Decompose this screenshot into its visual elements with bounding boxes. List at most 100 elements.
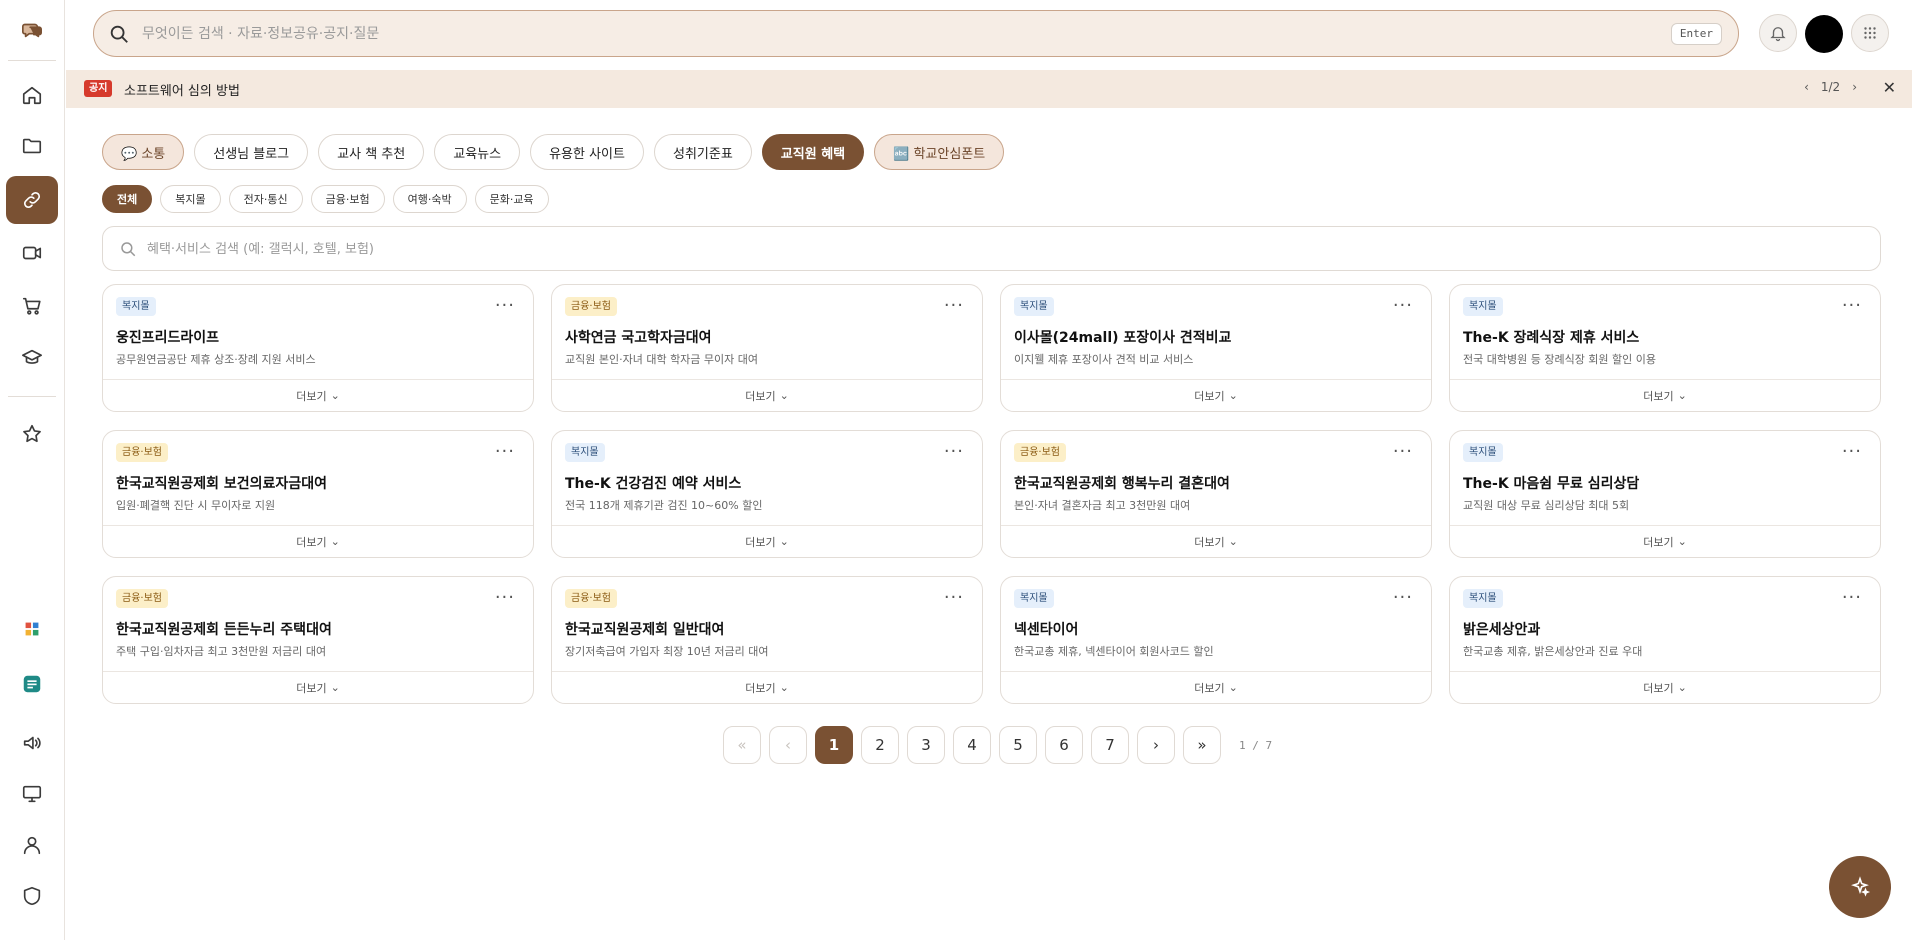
notice-prev-icon[interactable]: ‹ <box>1804 80 1809 94</box>
shield-icon[interactable] <box>6 872 58 920</box>
tab-staff-benefits[interactable]: 교직원 혜택 <box>761 134 865 170</box>
card-more-button[interactable]: 더보기 ⌄ <box>1001 671 1431 703</box>
more-options-icon[interactable]: ··· <box>944 441 964 462</box>
page-button-4[interactable]: 4 <box>953 726 991 764</box>
page-button-7[interactable]: 7 <box>1091 726 1129 764</box>
category-tabs: 💬 소통 선생님 블로그 교사 책 추천 교육뉴스 유용한 사이트 성취기준표 … <box>102 134 1005 170</box>
prev-page-button[interactable]: ‹ <box>769 726 807 764</box>
last-page-button[interactable]: » <box>1183 726 1221 764</box>
card-more-button[interactable]: 더보기 ⌄ <box>103 525 533 557</box>
close-icon[interactable]: ✕ <box>1883 78 1896 97</box>
notes-app-icon[interactable] <box>6 660 58 708</box>
benefit-card[interactable]: 복지몰 ··· The-K 건강검진 예약 서비스 전국 118개 제휴기관 검… <box>551 430 983 558</box>
monitor-icon[interactable] <box>6 770 58 818</box>
card-more-button[interactable]: 더보기 ⌄ <box>1001 379 1431 411</box>
apps-menu-button[interactable] <box>1851 14 1889 52</box>
category-badge: 복지몰 <box>1014 297 1054 316</box>
filter-finance[interactable]: 금융·보험 <box>310 185 385 213</box>
chevron-down-icon: ⌄ <box>1228 389 1238 402</box>
cart-icon[interactable] <box>6 282 58 330</box>
benefit-card[interactable]: 금융·보험 ··· 한국교직원공제회 든든누리 주택대여 주택 구입·임차자금 … <box>102 576 534 704</box>
benefit-search-input[interactable] <box>147 238 1847 260</box>
more-options-icon[interactable]: ··· <box>1842 587 1862 608</box>
page-button-1[interactable]: 1 <box>815 726 853 764</box>
filter-welfare-mall[interactable]: 복지몰 <box>160 185 221 213</box>
benefit-card[interactable]: 복지몰 ··· The-K 장례식장 제휴 서비스 전국 대학병원 등 장례식장… <box>1449 284 1881 412</box>
card-title: 밝은세상안과 <box>1463 622 1541 638</box>
more-options-icon[interactable]: ··· <box>1393 587 1413 608</box>
benefit-card[interactable]: 복지몰 ··· 넥센타이어 한국교총 제휴, 넥센타이어 회원사코드 할인 더보… <box>1000 576 1432 704</box>
filter-electronics[interactable]: 전자·통신 <box>228 185 303 213</box>
card-more-button[interactable]: 더보기 ⌄ <box>1450 525 1880 557</box>
first-page-button[interactable]: « <box>723 726 761 764</box>
chevron-down-icon: ⌄ <box>779 681 789 694</box>
card-more-button[interactable]: 더보기 ⌄ <box>552 379 982 411</box>
more-label: 더보기 <box>296 681 327 695</box>
folder-icon[interactable] <box>6 122 58 170</box>
link-icon[interactable] <box>6 176 58 224</box>
filter-travel[interactable]: 여행·숙박 <box>392 185 467 213</box>
notification-button[interactable] <box>1759 14 1797 52</box>
more-options-icon[interactable]: ··· <box>495 441 515 462</box>
benefit-card[interactable]: 금융·보험 ··· 한국교직원공제회 보건의료자금대여 입원·폐결핵 진단 시 … <box>102 430 534 558</box>
card-more-button[interactable]: 더보기 ⌄ <box>1450 671 1880 703</box>
global-search-input[interactable] <box>142 21 1642 47</box>
chevron-down-icon: ⌄ <box>779 535 789 548</box>
category-badge: 복지몰 <box>1463 589 1503 608</box>
page-button-3[interactable]: 3 <box>907 726 945 764</box>
benefit-card[interactable]: 복지몰 ··· The-K 마음쉼 무료 심리상담 교직원 대상 무료 심리상담… <box>1449 430 1881 558</box>
next-page-button[interactable]: › <box>1137 726 1175 764</box>
card-more-button[interactable]: 더보기 ⌄ <box>103 379 533 411</box>
tab-communication[interactable]: 💬 소통 <box>102 134 185 170</box>
ai-assistant-button[interactable] <box>1829 856 1891 918</box>
tab-school-safe-font[interactable]: 🔤 학교안심폰트 <box>874 134 1005 170</box>
tab-achievement-standards[interactable]: 성취기준표 <box>653 134 752 170</box>
card-more-button[interactable]: 더보기 ⌄ <box>552 671 982 703</box>
logo-chat-icon[interactable] <box>6 6 58 54</box>
notice-next-icon[interactable]: › <box>1852 80 1857 94</box>
star-icon[interactable] <box>6 410 58 458</box>
more-options-icon[interactable]: ··· <box>495 587 515 608</box>
page-button-2[interactable]: 2 <box>861 726 899 764</box>
home-icon[interactable] <box>6 71 58 119</box>
video-icon[interactable] <box>6 229 58 277</box>
benefit-card[interactable]: 복지몰 ··· 밝은세상안과 한국교총 제휴, 밝은세상안과 진료 우대 더보기… <box>1449 576 1881 704</box>
avatar[interactable] <box>1805 15 1843 53</box>
benefit-card-grid: 복지몰 ··· 웅진프리드라이프 공무원연금공단 제휴 상조·장례 지원 서비스… <box>102 284 1881 704</box>
card-more-button[interactable]: 더보기 ⌄ <box>103 671 533 703</box>
more-options-icon[interactable]: ··· <box>1393 441 1413 462</box>
card-more-button[interactable]: 더보기 ⌄ <box>552 525 982 557</box>
category-badge: 복지몰 <box>565 443 605 462</box>
card-title: The-K 건강검진 예약 서비스 <box>565 476 742 492</box>
more-options-icon[interactable]: ··· <box>495 295 515 316</box>
tab-edu-news[interactable]: 교육뉴스 <box>434 134 521 170</box>
filter-all[interactable]: 전체 <box>102 185 153 213</box>
filter-culture[interactable]: 문화·교육 <box>474 185 549 213</box>
benefit-card[interactable]: 복지몰 ··· 웅진프리드라이프 공무원연금공단 제휴 상조·장례 지원 서비스… <box>102 284 534 412</box>
more-options-icon[interactable]: ··· <box>1393 295 1413 316</box>
notice-text[interactable]: 소프트웨어 심의 방법 <box>124 80 240 99</box>
page-button-6[interactable]: 6 <box>1045 726 1083 764</box>
notice-badge: 공지 <box>84 80 113 97</box>
benefit-card[interactable]: 금융·보험 ··· 한국교직원공제회 일반대여 장기저축급여 가입자 최장 10… <box>551 576 983 704</box>
app-grid-color-icon[interactable] <box>6 605 58 653</box>
user-icon[interactable] <box>6 821 58 869</box>
card-more-button[interactable]: 더보기 ⌄ <box>1450 379 1880 411</box>
enter-key-hint[interactable]: Enter <box>1670 23 1722 45</box>
speaker-icon[interactable] <box>6 719 58 767</box>
more-options-icon[interactable]: ··· <box>944 295 964 316</box>
graduation-cap-icon[interactable] <box>6 334 58 382</box>
page-button-5[interactable]: 5 <box>999 726 1037 764</box>
category-badge: 금융·보험 <box>116 589 168 608</box>
tab-teacher-blog[interactable]: 선생님 블로그 <box>194 134 309 170</box>
more-options-icon[interactable]: ··· <box>944 587 964 608</box>
benefit-card[interactable]: 복지몰 ··· 이사몰(24mall) 포장이사 견적비교 이지웰 제휴 포장이… <box>1000 284 1432 412</box>
benefit-card[interactable]: 금융·보험 ··· 사학연금 국고학자금대여 교직원 본인·자녀 대학 학자금 … <box>551 284 983 412</box>
more-label: 더보기 <box>296 535 327 549</box>
more-options-icon[interactable]: ··· <box>1842 441 1862 462</box>
card-more-button[interactable]: 더보기 ⌄ <box>1001 525 1431 557</box>
more-options-icon[interactable]: ··· <box>1842 295 1862 316</box>
benefit-card[interactable]: 금융·보험 ··· 한국교직원공제회 행복누리 결혼대여 본인·자녀 결혼자금 … <box>1000 430 1432 558</box>
tab-book-recommend[interactable]: 교사 책 추천 <box>318 134 425 170</box>
tab-useful-sites[interactable]: 유용한 사이트 <box>530 134 644 170</box>
